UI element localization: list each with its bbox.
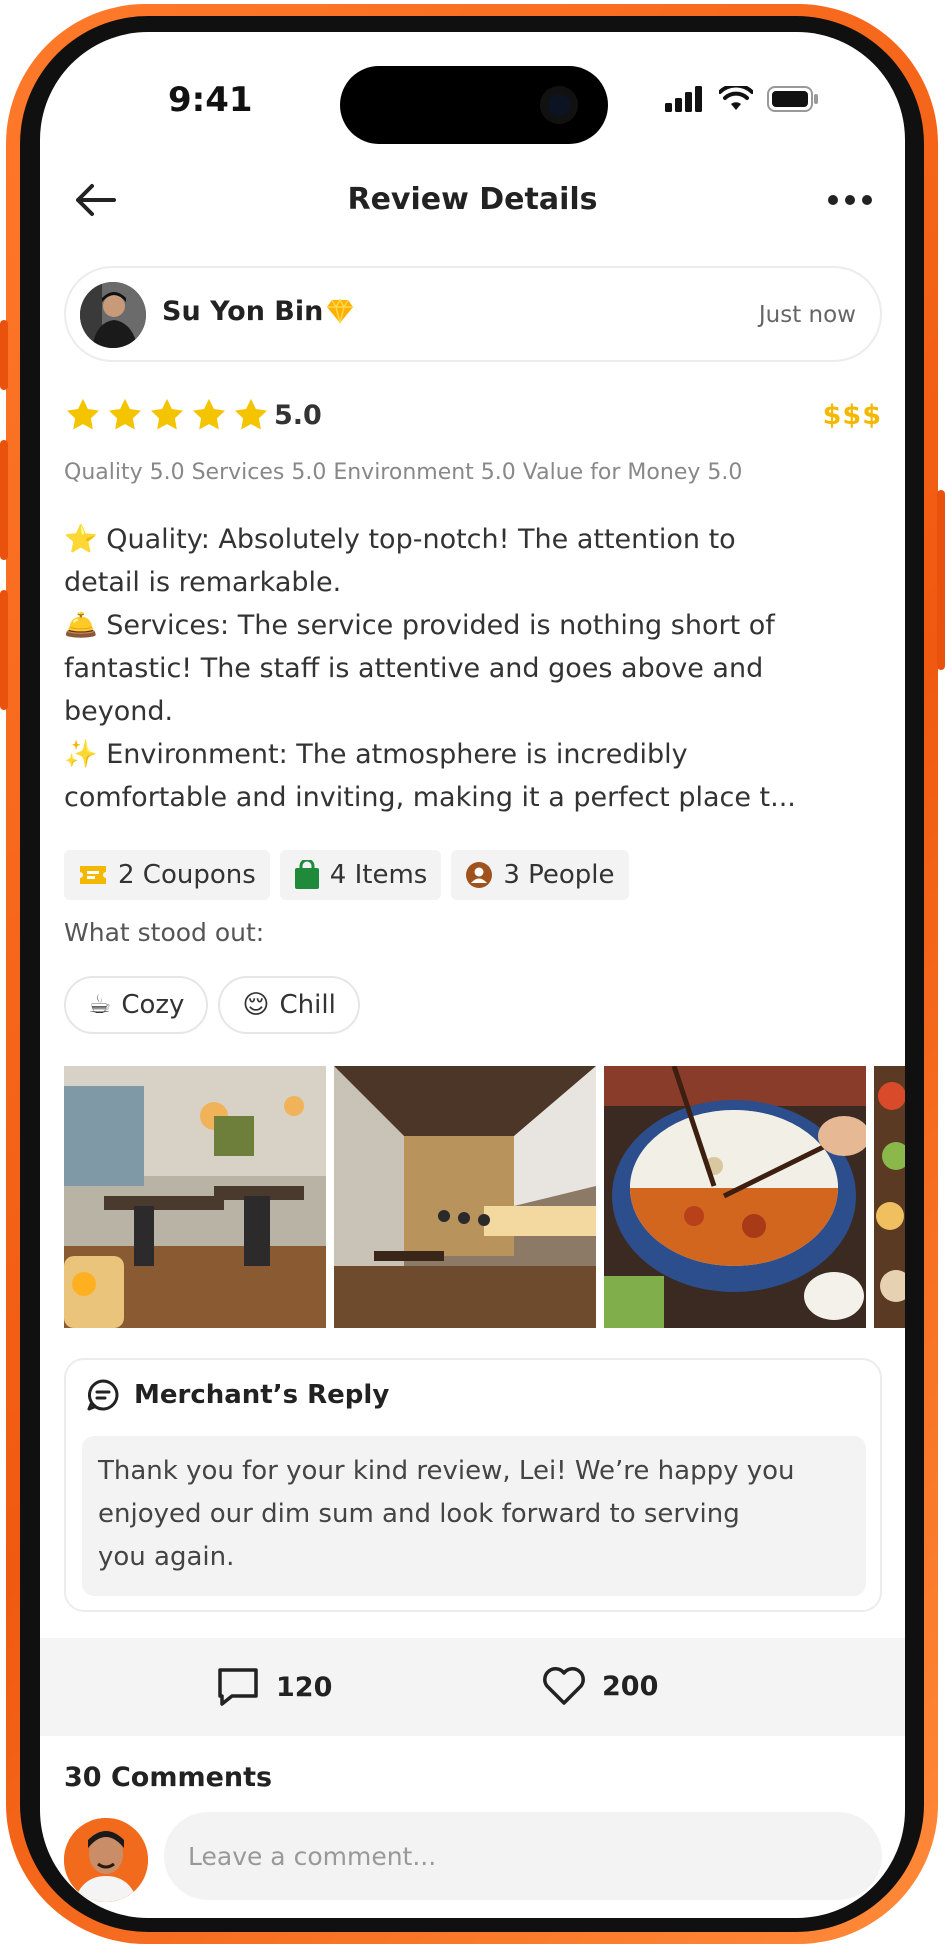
review-line: detail is remarkable. (64, 567, 342, 598)
like-button[interactable]: 200 (542, 1666, 658, 1706)
star-emoji-icon: ⭐ (64, 524, 98, 555)
power-button (937, 490, 945, 670)
tag-cozy[interactable]: ☕ Cozy (64, 976, 209, 1034)
people-label: 3 People (503, 860, 615, 890)
tag-label: Chill (279, 990, 336, 1020)
photo-partial[interactable] (874, 1066, 905, 1328)
current-user-avatar[interactable] (64, 1818, 148, 1902)
comment-count: 120 (276, 1671, 333, 1703)
star-icon (151, 398, 183, 430)
price-level: $$$ (822, 400, 882, 431)
review-body[interactable]: ⭐ Quality: Absolutely top-notch! The att… (64, 518, 884, 819)
tag-label: Cozy (121, 990, 185, 1020)
merchant-reply-header: Merchant’s Reply (86, 1378, 389, 1412)
star-icon (193, 398, 225, 430)
review-line: ✨ Environment: The atmosphere is incredi… (64, 739, 688, 770)
review-photo-gallery[interactable] (64, 1066, 905, 1330)
comment-icon (218, 1668, 258, 1706)
volume-up-button (0, 440, 8, 560)
shopping-bag-icon (294, 860, 319, 889)
reviewer-avatar[interactable] (80, 282, 146, 348)
star-icon (67, 398, 99, 430)
app-screen: 9:41 Review Details Su Yon Bin Just now … (40, 32, 905, 1918)
like-count: 200 (602, 1670, 659, 1702)
status-time: 9:41 (168, 80, 253, 120)
review-timestamp: Just now (758, 302, 856, 328)
diamond-badge-icon (327, 298, 353, 324)
rating-breakdown: Quality 5.0 Services 5.0 Environment 5.0… (64, 460, 743, 485)
review-line: ⭐ Quality: Absolutely top-notch! The att… (64, 524, 736, 555)
comment-button[interactable]: 120 (216, 1666, 332, 1708)
battery-icon (767, 86, 818, 112)
reply-line: Thank you for your kind review, Lei! We’… (98, 1456, 795, 1486)
tag-chill[interactable]: 😌 Chill (218, 976, 360, 1034)
star-icon (235, 398, 267, 430)
camera-icon (540, 86, 578, 124)
rating-value: 5.0 (274, 400, 322, 431)
reply-line: you again. (98, 1542, 235, 1572)
coupons-chip[interactable]: 2 Coupons (64, 850, 270, 900)
review-line: beyond. (64, 696, 174, 727)
rating-row: 5.0 $$$ (64, 392, 882, 442)
comments-heading: 30 Comments (64, 1762, 273, 1793)
status-icons (665, 86, 819, 112)
reviewer-card[interactable]: Su Yon Bin Just now (64, 266, 882, 362)
items-label: 4 Items (329, 860, 428, 890)
photo-dining-room[interactable] (64, 1066, 326, 1328)
more-options-icon[interactable] (825, 182, 875, 218)
stood-out-tags: ☕ Cozy 😌 Chill (64, 976, 360, 1034)
merchant-reply-text: Thank you for your kind review, Lei! We’… (82, 1436, 866, 1596)
merchant-reply-title: Merchant’s Reply (134, 1380, 390, 1410)
items-chip[interactable]: 4 Items (279, 850, 442, 900)
person-icon (466, 862, 493, 888)
reviewer-name[interactable]: Su Yon Bin (162, 296, 323, 327)
coffee-emoji-icon: ☕ (88, 990, 112, 1020)
visit-info-chips: 2 Coupons 4 Items 3 People (64, 850, 629, 900)
coupon-icon (80, 866, 106, 884)
comment-input[interactable] (164, 1812, 882, 1900)
page-title: Review Details (347, 182, 598, 217)
coupons-label: 2 Coupons (118, 860, 256, 890)
review-line: comfortable and inviting, making it a pe… (64, 782, 796, 813)
star-rating (64, 396, 270, 434)
people-chip[interactable]: 3 People (451, 850, 629, 900)
bell-emoji-icon: 🛎️ (64, 610, 98, 641)
signal-icon (665, 86, 702, 112)
photo-restaurant-interior[interactable] (334, 1066, 596, 1328)
volume-down-button (0, 590, 8, 710)
mute-switch (0, 320, 8, 390)
dynamic-island (340, 66, 608, 144)
review-line: fantastic! The staff is attentive and go… (64, 653, 764, 684)
relieved-face-emoji-icon: 😌 (242, 990, 270, 1020)
status-bar: 9:41 (40, 32, 905, 162)
top-nav: Review Details (40, 160, 905, 240)
photo-hotpot[interactable] (604, 1066, 866, 1328)
chat-bubble-icon (87, 1379, 119, 1411)
sparkles-emoji-icon: ✨ (64, 739, 98, 770)
star-icon (109, 398, 141, 430)
engagement-bar: 120 200 (40, 1638, 905, 1736)
stood-out-label: What stood out: (64, 918, 265, 947)
heart-icon (543, 1667, 585, 1705)
merchant-reply-card: Merchant’s Reply Thank you for your kind… (64, 1358, 882, 1612)
wifi-icon (719, 86, 753, 110)
review-line: 🛎️ Services: The service provided is not… (64, 610, 775, 641)
reply-line: enjoyed our dim sum and look forward to … (98, 1499, 740, 1529)
